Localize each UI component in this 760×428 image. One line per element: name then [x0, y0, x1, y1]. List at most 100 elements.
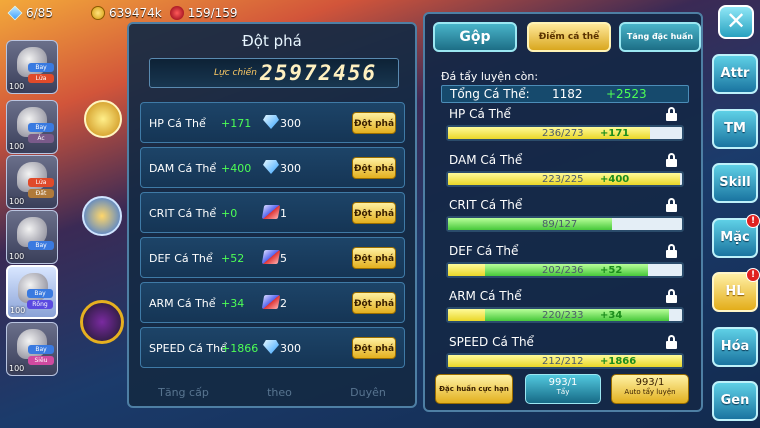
tab-individual-points[interactable]: Điểm cá thể — [527, 22, 611, 52]
stat-name: SPEED Cá Thể — [149, 342, 227, 355]
gem-icon — [263, 160, 279, 174]
stat-value: 223/225 — [542, 173, 584, 185]
rune-circle-icon[interactable] — [80, 300, 124, 344]
extreme-training-button[interactable]: Đặc huấn cực hạn — [435, 374, 513, 404]
side-menu: ✕ Attr TM Skill Mặc! HL! Hóa Gen — [706, 0, 760, 428]
pet-portrait — [17, 329, 47, 359]
tab-merge[interactable]: Gộp — [433, 22, 517, 52]
stat-bar-fill — [448, 263, 486, 276]
training-panel: Gộp Điểm cá thể Tăng đặc huấn Đá tẩy luy… — [423, 12, 703, 412]
stat-name: DEF Cá Thể — [149, 252, 213, 265]
stat-bar-row: DAM Cá Thể 223/225 +400 — [441, 152, 691, 193]
lock-bag-icon[interactable] — [82, 196, 122, 236]
lock-body — [666, 113, 677, 121]
notification-badge: ! — [746, 213, 760, 228]
stat-value: 212/212 — [542, 355, 584, 367]
team-slot[interactable]: 100 Bay — [6, 210, 58, 264]
team-slot[interactable]: 100 Bay Rồng — [6, 265, 58, 319]
type-tag: Rồng — [27, 300, 53, 309]
team-slot[interactable]: 100 Lửa Đất — [6, 155, 58, 209]
cost-amount: 300 — [280, 117, 301, 130]
lock-icon[interactable] — [666, 107, 677, 121]
stat-name: ARM Cá Thể — [449, 289, 522, 303]
breakthrough-panel: Đột phá Lực chiến 25972456 HP Cá Thể +171… — [127, 22, 417, 408]
lock-icon[interactable] — [666, 152, 677, 167]
lock-body — [666, 249, 677, 258]
auto-wash-label: Auto tẩy luyện — [624, 388, 676, 396]
stat-bonus: +34 — [221, 297, 245, 310]
stat-value: 89/127 — [542, 219, 578, 230]
lock-body — [666, 204, 677, 212]
remaining-stones-label: Đá tẩy luyện còn: — [441, 70, 539, 83]
breakthrough-row: DAM Cá Thể +400 300 Đột phá — [140, 147, 405, 188]
wash-label: Tẩy — [556, 388, 570, 396]
stat-bar-bonus: +1866 — [600, 355, 637, 367]
team-slot[interactable]: 100 Bay Ác — [6, 100, 58, 154]
side-button-hóa[interactable]: Hóa — [712, 326, 758, 367]
cost-amount: 1 — [280, 207, 287, 220]
type-tag: Bay — [27, 289, 53, 298]
stat-bar-bonus: +34 — [600, 310, 623, 321]
cost-amount: 300 — [280, 342, 301, 355]
type-tag: Lửa — [28, 178, 54, 187]
stat-name: SPEED Cá Thể — [449, 334, 534, 349]
type-tag: Bay — [28, 241, 54, 250]
gem-icon — [263, 115, 279, 129]
stat-bar-fill — [448, 309, 486, 321]
stat-value: 220/233 — [542, 310, 584, 321]
type-tag: Bay — [28, 345, 54, 354]
cost-amount: 2 — [280, 297, 287, 310]
side-button-attr[interactable]: Attr — [712, 54, 758, 94]
side-button-tm[interactable]: TM — [712, 108, 758, 149]
breakthrough-button[interactable]: Đột phá — [352, 112, 396, 134]
book-icon — [261, 295, 281, 309]
cost-amount: 5 — [280, 252, 287, 265]
wash-button[interactable]: 993/1 Tẩy — [525, 374, 601, 404]
pet-level: 100 — [10, 306, 26, 315]
breakthrough-row: ARM Cá Thể +34 2 Đột phá — [140, 282, 405, 323]
breakthrough-row: DEF Cá Thể +52 5 Đột phá — [140, 237, 405, 278]
breakthrough-button[interactable]: Đột phá — [352, 157, 396, 179]
gem-count: 6/85 — [26, 6, 53, 20]
stat-bar-fill — [448, 218, 612, 230]
stat-name: DAM Cá Thể — [449, 152, 523, 167]
tab-special-training[interactable]: Tăng đặc huấn — [619, 22, 701, 52]
breakthrough-button[interactable]: Đột phá — [352, 247, 396, 269]
stat-bar: 220/233 +34 — [446, 307, 684, 323]
background-menu-labels: Tăng cấp theo Duyên — [129, 386, 415, 410]
lock-icon[interactable] — [666, 243, 677, 258]
auto-wash-button[interactable]: 993/1 Auto tẩy luyện — [611, 374, 689, 404]
team-slot[interactable]: 100 Bay Lửa — [6, 40, 58, 94]
lock-icon[interactable] — [666, 334, 677, 349]
close-button[interactable]: ✕ — [718, 5, 754, 39]
stat-bar-row: CRIT Cá Thể 89/127 — [441, 198, 691, 238]
stat-name: DEF Cá Thể — [449, 243, 519, 258]
stat-name: HP Cá Thể — [449, 107, 511, 121]
side-button-skill[interactable]: Skill — [712, 163, 758, 203]
type-tag: Bay — [28, 123, 54, 132]
auto-wash-count: 993/1 — [635, 377, 665, 388]
breakthrough-row: HP Cá Thể +171 300 Đột phá — [140, 102, 405, 143]
lock-icon[interactable] — [666, 198, 677, 212]
lock-icon[interactable] — [666, 289, 677, 303]
total-bonus: +2523 — [606, 87, 647, 101]
gem-counter: 6/85 — [7, 5, 53, 21]
team-slot[interactable]: 100 Bay Siêu — [6, 322, 58, 376]
breakthrough-button[interactable]: Đột phá — [352, 292, 396, 314]
breakthrough-button[interactable]: Đột phá — [352, 337, 396, 359]
breakthrough-button[interactable]: Đột phá — [352, 202, 396, 224]
pet-portrait — [17, 162, 47, 192]
stat-bar-row: HP Cá Thể 236/273 +171 — [441, 107, 691, 147]
stat-bar: 89/127 — [446, 216, 684, 232]
stat-bonus: +0 — [221, 207, 238, 220]
notification-badge: ! — [746, 268, 760, 282]
stat-bar-bonus: +52 — [600, 264, 623, 276]
side-button-gen[interactable]: Gen — [712, 381, 758, 421]
book-icon — [261, 250, 281, 264]
type-tag: Lửa — [28, 74, 54, 83]
pet-badge-icon[interactable] — [84, 100, 122, 138]
fruit-counter: 159/159 — [169, 6, 238, 20]
gem-icon — [7, 5, 23, 21]
stat-bar: 212/212 +1866 — [446, 352, 684, 369]
panel-title: Đột phá — [242, 32, 302, 50]
